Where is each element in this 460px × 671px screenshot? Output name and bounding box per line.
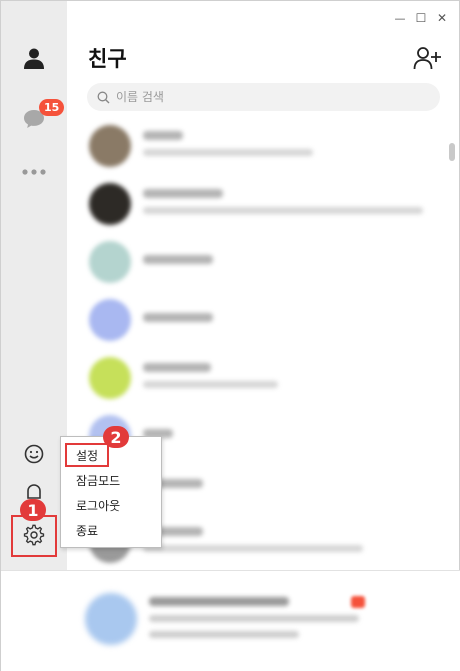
- blurred-message: [143, 149, 313, 156]
- blurred-message: [143, 381, 278, 388]
- maximize-icon: ☐: [415, 11, 427, 25]
- add-friend-icon: [413, 47, 441, 70]
- minimize-button[interactable]: —: [391, 9, 409, 27]
- page-title: 친구: [88, 47, 127, 71]
- list-item[interactable]: [85, 177, 435, 235]
- banner-image: [85, 593, 137, 645]
- highlight-settings-button: [11, 515, 57, 557]
- menu-item-quit[interactable]: 종료: [61, 518, 161, 543]
- avatar: [89, 125, 131, 167]
- unread-badge: 15: [39, 99, 65, 116]
- close-button[interactable]: ✕: [433, 9, 451, 27]
- blurred-banner-text: [149, 615, 359, 622]
- list-item[interactable]: [85, 119, 435, 177]
- menu-item-lock-mode[interactable]: 잠금모드: [61, 468, 161, 493]
- list-item[interactable]: [85, 351, 435, 409]
- more-tab[interactable]: [14, 152, 54, 192]
- search-icon: [97, 91, 110, 103]
- blurred-message: [143, 207, 423, 214]
- list-item[interactable]: [85, 293, 435, 351]
- add-friend-button[interactable]: [413, 45, 443, 71]
- emoji-icon: [24, 444, 44, 464]
- avatar: [89, 241, 131, 283]
- blurred-name: [143, 255, 213, 264]
- person-icon: [24, 48, 44, 69]
- minimize-icon: —: [394, 11, 406, 25]
- friends-tab[interactable]: [14, 38, 54, 78]
- close-icon: ✕: [436, 11, 448, 25]
- step-badge-1: 1: [20, 499, 46, 521]
- search-input[interactable]: [116, 90, 416, 104]
- blurred-name: [143, 363, 211, 372]
- step-badge-2: 2: [103, 426, 129, 448]
- bottom-banner[interactable]: [1, 571, 460, 671]
- list-item[interactable]: [85, 235, 435, 293]
- banner-badge: [351, 596, 365, 608]
- more-dots-icon: [22, 169, 46, 175]
- blurred-message: [143, 545, 363, 552]
- blurred-name: [143, 313, 213, 322]
- menu-item-label: 로그아웃: [76, 499, 121, 513]
- blurred-name: [143, 189, 223, 198]
- blurred-banner-title: [149, 597, 289, 606]
- avatar: [89, 183, 131, 225]
- emoji-button[interactable]: [14, 434, 54, 474]
- kakaotalk-window: — ☐ ✕ 15 친구 이름 검색 설정 잠금모드 로그아웃 종료 1 2: [0, 0, 460, 671]
- menu-item-label: 종료: [76, 524, 99, 538]
- search-box[interactable]: [87, 83, 440, 111]
- blurred-name: [143, 131, 183, 140]
- menu-item-label: 잠금모드: [76, 474, 121, 488]
- avatar: [89, 299, 131, 341]
- blurred-banner-text: [149, 631, 299, 638]
- list-scrollbar[interactable]: [449, 143, 455, 161]
- highlight-settings-menu-item: [65, 443, 109, 467]
- menu-item-logout[interactable]: 로그아웃: [61, 493, 161, 518]
- left-rail: 15: [1, 1, 67, 571]
- maximize-button[interactable]: ☐: [412, 9, 430, 27]
- avatar: [89, 357, 131, 399]
